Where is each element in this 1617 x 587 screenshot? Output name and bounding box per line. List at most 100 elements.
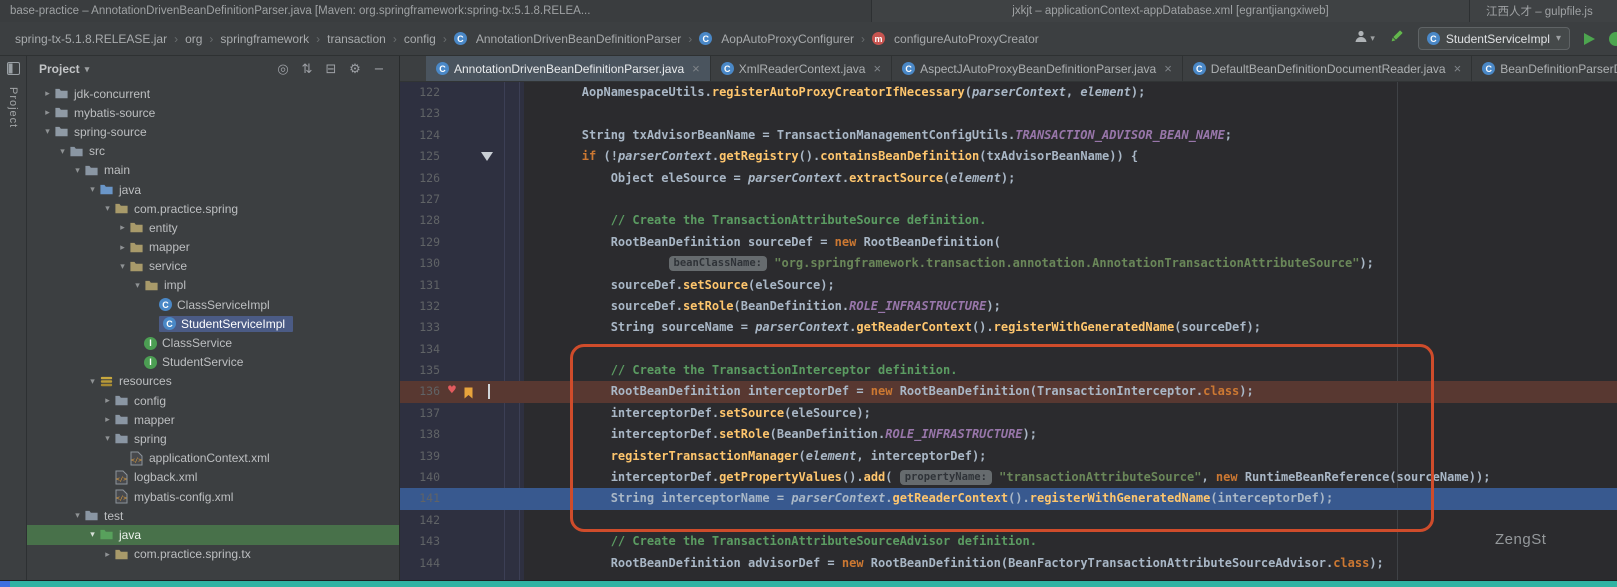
- tree-item-spring[interactable]: ▾spring: [27, 429, 399, 448]
- breadcrumb-item-configureautoproxycreator[interactable]: mconfigureAutoProxyCreator: [869, 30, 1042, 48]
- project-tool-icon[interactable]: [7, 62, 20, 80]
- chevron-down-icon[interactable]: ▾: [86, 529, 99, 540]
- chevron-down-icon[interactable]: ▾: [86, 376, 99, 387]
- tree-item-applicationcontext-xml[interactable]: </>applicationContext.xml: [27, 449, 399, 468]
- close-icon[interactable]: ×: [692, 61, 700, 76]
- line-number[interactable]: 127: [400, 189, 444, 210]
- code-line-140[interactable]: 140 interceptorDef.getPropertyValues().a…: [400, 467, 1617, 488]
- chevron-down-icon[interactable]: ▾: [41, 126, 54, 137]
- line-number[interactable]: 137: [400, 403, 444, 424]
- code-line-129[interactable]: 129 RootBeanDefinition sourceDef = new R…: [400, 232, 1617, 253]
- code-line-128[interactable]: 128 // Create the TransactionAttributeSo…: [400, 210, 1617, 231]
- tree-item-jdk-concurrent[interactable]: ▸jdk-concurrent: [27, 84, 399, 103]
- tree-item-mapper[interactable]: ▸mapper: [27, 238, 399, 257]
- settings-button[interactable]: ⚙: [343, 62, 367, 77]
- tree-item-mapper[interactable]: ▸mapper: [27, 410, 399, 429]
- tree-item-mybatis-source[interactable]: ▸mybatis-source: [27, 103, 399, 122]
- chevron-down-icon[interactable]: ▾: [71, 165, 84, 176]
- line-number[interactable]: 139: [400, 446, 444, 467]
- project-view-select[interactable]: Project ▾: [39, 62, 89, 76]
- line-number[interactable]: 125: [400, 146, 444, 167]
- line-number[interactable]: 143: [400, 531, 444, 552]
- tree-item-studentservice[interactable]: IStudentService: [27, 353, 399, 372]
- breadcrumb-item-aopautoproxyconfigurer[interactable]: CAopAutoProxyConfigurer: [696, 30, 857, 48]
- code-line-144[interactable]: 144 RootBeanDefinition advisorDef = new …: [400, 553, 1617, 574]
- code-line-125[interactable]: 125 if (!parserContext.getRegistry().con…: [400, 146, 1617, 167]
- tree-item-com-practice-spring-tx[interactable]: ▸com.practice.spring.tx: [27, 545, 399, 564]
- code-line-139[interactable]: 139 registerTransactionManager(element, …: [400, 446, 1617, 467]
- code-line-142[interactable]: 142: [400, 510, 1617, 531]
- hide-button[interactable]: −: [367, 62, 391, 77]
- breadcrumb-item-springframework[interactable]: springframework: [217, 30, 312, 48]
- line-number[interactable]: 122: [400, 82, 444, 103]
- chevron-down-icon[interactable]: ▾: [101, 203, 114, 214]
- code-editor[interactable]: 122 AopNamespaceUtils.registerAutoProxyC…: [400, 82, 1617, 580]
- close-icon[interactable]: ×: [1164, 61, 1172, 76]
- chevron-down-icon[interactable]: ▾: [116, 261, 129, 272]
- breadcrumb-item-spring-tx-5-1-8-release-jar[interactable]: spring-tx-5.1.8.RELEASE.jar: [12, 30, 170, 48]
- chevron-right-icon[interactable]: ▸: [101, 414, 114, 425]
- tab-annotationdrivenbeandefinitionparser-java[interactable]: CAnnotationDrivenBeanDefinitionParser.ja…: [426, 56, 711, 81]
- code-line-134[interactable]: 134: [400, 339, 1617, 360]
- code-line-135[interactable]: 135 // Create the TransactionInterceptor…: [400, 360, 1617, 381]
- code-line-141[interactable]: 141 String interceptorName = parserConte…: [400, 488, 1617, 509]
- code-line-127[interactable]: 127: [400, 189, 1617, 210]
- tab-defaultbeandefinitiondocumentreader-java[interactable]: CDefaultBeanDefinitionDocumentReader.jav…: [1183, 56, 1472, 81]
- collapse-all-button[interactable]: ⊟: [319, 62, 343, 77]
- code-line-136[interactable]: 136♥ RootBeanDefinition interceptorDef =…: [400, 381, 1617, 402]
- chevron-down-icon[interactable]: ▾: [71, 510, 84, 521]
- line-number[interactable]: 123: [400, 103, 444, 124]
- tree-item-spring-source[interactable]: ▾spring-source: [27, 122, 399, 141]
- tab-beandefinitionparserdelegate-java[interactable]: CBeanDefinitionParserDelegate.java×: [1472, 56, 1617, 81]
- line-number[interactable]: 130: [400, 253, 444, 274]
- breakpoint-heart-icon[interactable]: ♥: [448, 383, 456, 399]
- code-line-122[interactable]: 122 AopNamespaceUtils.registerAutoProxyC…: [400, 82, 1617, 103]
- tab-aspectjautoproxybeandefinitionparser-java[interactable]: CAspectJAutoProxyBeanDefinitionParser.ja…: [892, 56, 1183, 81]
- chevron-right-icon[interactable]: ▸: [41, 107, 54, 118]
- line-number[interactable]: 141: [400, 488, 444, 509]
- project-tool-button[interactable]: Project: [7, 87, 19, 128]
- chevron-right-icon[interactable]: ▸: [41, 88, 54, 99]
- chevron-down-icon[interactable]: ▾: [131, 280, 144, 291]
- code-line-124[interactable]: 124 String txAdvisorBeanName = Transacti…: [400, 125, 1617, 146]
- code-line-138[interactable]: 138 interceptorDef.setRole(BeanDefinitio…: [400, 424, 1617, 445]
- line-number[interactable]: 135: [400, 360, 444, 381]
- chevron-right-icon[interactable]: ▸: [101, 549, 114, 560]
- line-number[interactable]: 136: [400, 381, 444, 402]
- expand-all-button[interactable]: ⇅: [295, 62, 319, 77]
- chevron-right-icon[interactable]: ▸: [101, 395, 114, 406]
- line-number[interactable]: 134: [400, 339, 444, 360]
- tree-item-classserviceimpl[interactable]: CClassServiceImpl: [27, 295, 399, 314]
- tree-item-java[interactable]: ▾java: [27, 180, 399, 199]
- tree-item-main[interactable]: ▾main: [27, 161, 399, 180]
- tree-item-com-practice-spring[interactable]: ▾com.practice.spring: [27, 199, 399, 218]
- line-number[interactable]: 133: [400, 317, 444, 338]
- breadcrumb-item-org[interactable]: org: [182, 30, 205, 48]
- user-button[interactable]: ▾: [1354, 29, 1375, 48]
- code-line-143[interactable]: 143 // Create the TransactionAttributeSo…: [400, 531, 1617, 552]
- tree-item-service[interactable]: ▾service: [27, 257, 399, 276]
- breadcrumb-item-config[interactable]: config: [401, 30, 439, 48]
- debug-button[interactable]: [1609, 32, 1617, 46]
- code-line-130[interactable]: 130 beanClassName: "org.springframework.…: [400, 253, 1617, 274]
- tree-item-entity[interactable]: ▸entity: [27, 218, 399, 237]
- tree-item-studentserviceimpl[interactable]: CStudentServiceImpl: [27, 314, 399, 333]
- chevron-down-icon[interactable]: ▾: [86, 184, 99, 195]
- tree-item-src[interactable]: ▾src: [27, 142, 399, 161]
- chevron-right-icon[interactable]: ▸: [116, 222, 129, 233]
- tree-item-config[interactable]: ▸config: [27, 391, 399, 410]
- line-number[interactable]: 142: [400, 510, 444, 531]
- line-number[interactable]: 124: [400, 125, 444, 146]
- line-number[interactable]: 126: [400, 168, 444, 189]
- breadcrumb-item-annotationdrivenbeandefinitionparser[interactable]: CAnnotationDrivenBeanDefinitionParser: [451, 30, 684, 48]
- code-line-137[interactable]: 137 interceptorDef.setSource(eleSource);: [400, 403, 1617, 424]
- code-line-132[interactable]: 132 sourceDef.setRole(BeanDefinition.ROL…: [400, 296, 1617, 317]
- code-line-126[interactable]: 126 Object eleSource = parserContext.ext…: [400, 168, 1617, 189]
- tree-item-mybatis-config-xml[interactable]: </>mybatis-config.xml: [27, 487, 399, 506]
- code-line-133[interactable]: 133 String sourceName = parserContext.ge…: [400, 317, 1617, 338]
- line-number[interactable]: 129: [400, 232, 444, 253]
- line-number[interactable]: 140: [400, 467, 444, 488]
- tree-item-classservice[interactable]: IClassService: [27, 333, 399, 352]
- tree-item-java[interactable]: ▾java: [27, 525, 399, 544]
- code-line-123[interactable]: 123: [400, 103, 1617, 124]
